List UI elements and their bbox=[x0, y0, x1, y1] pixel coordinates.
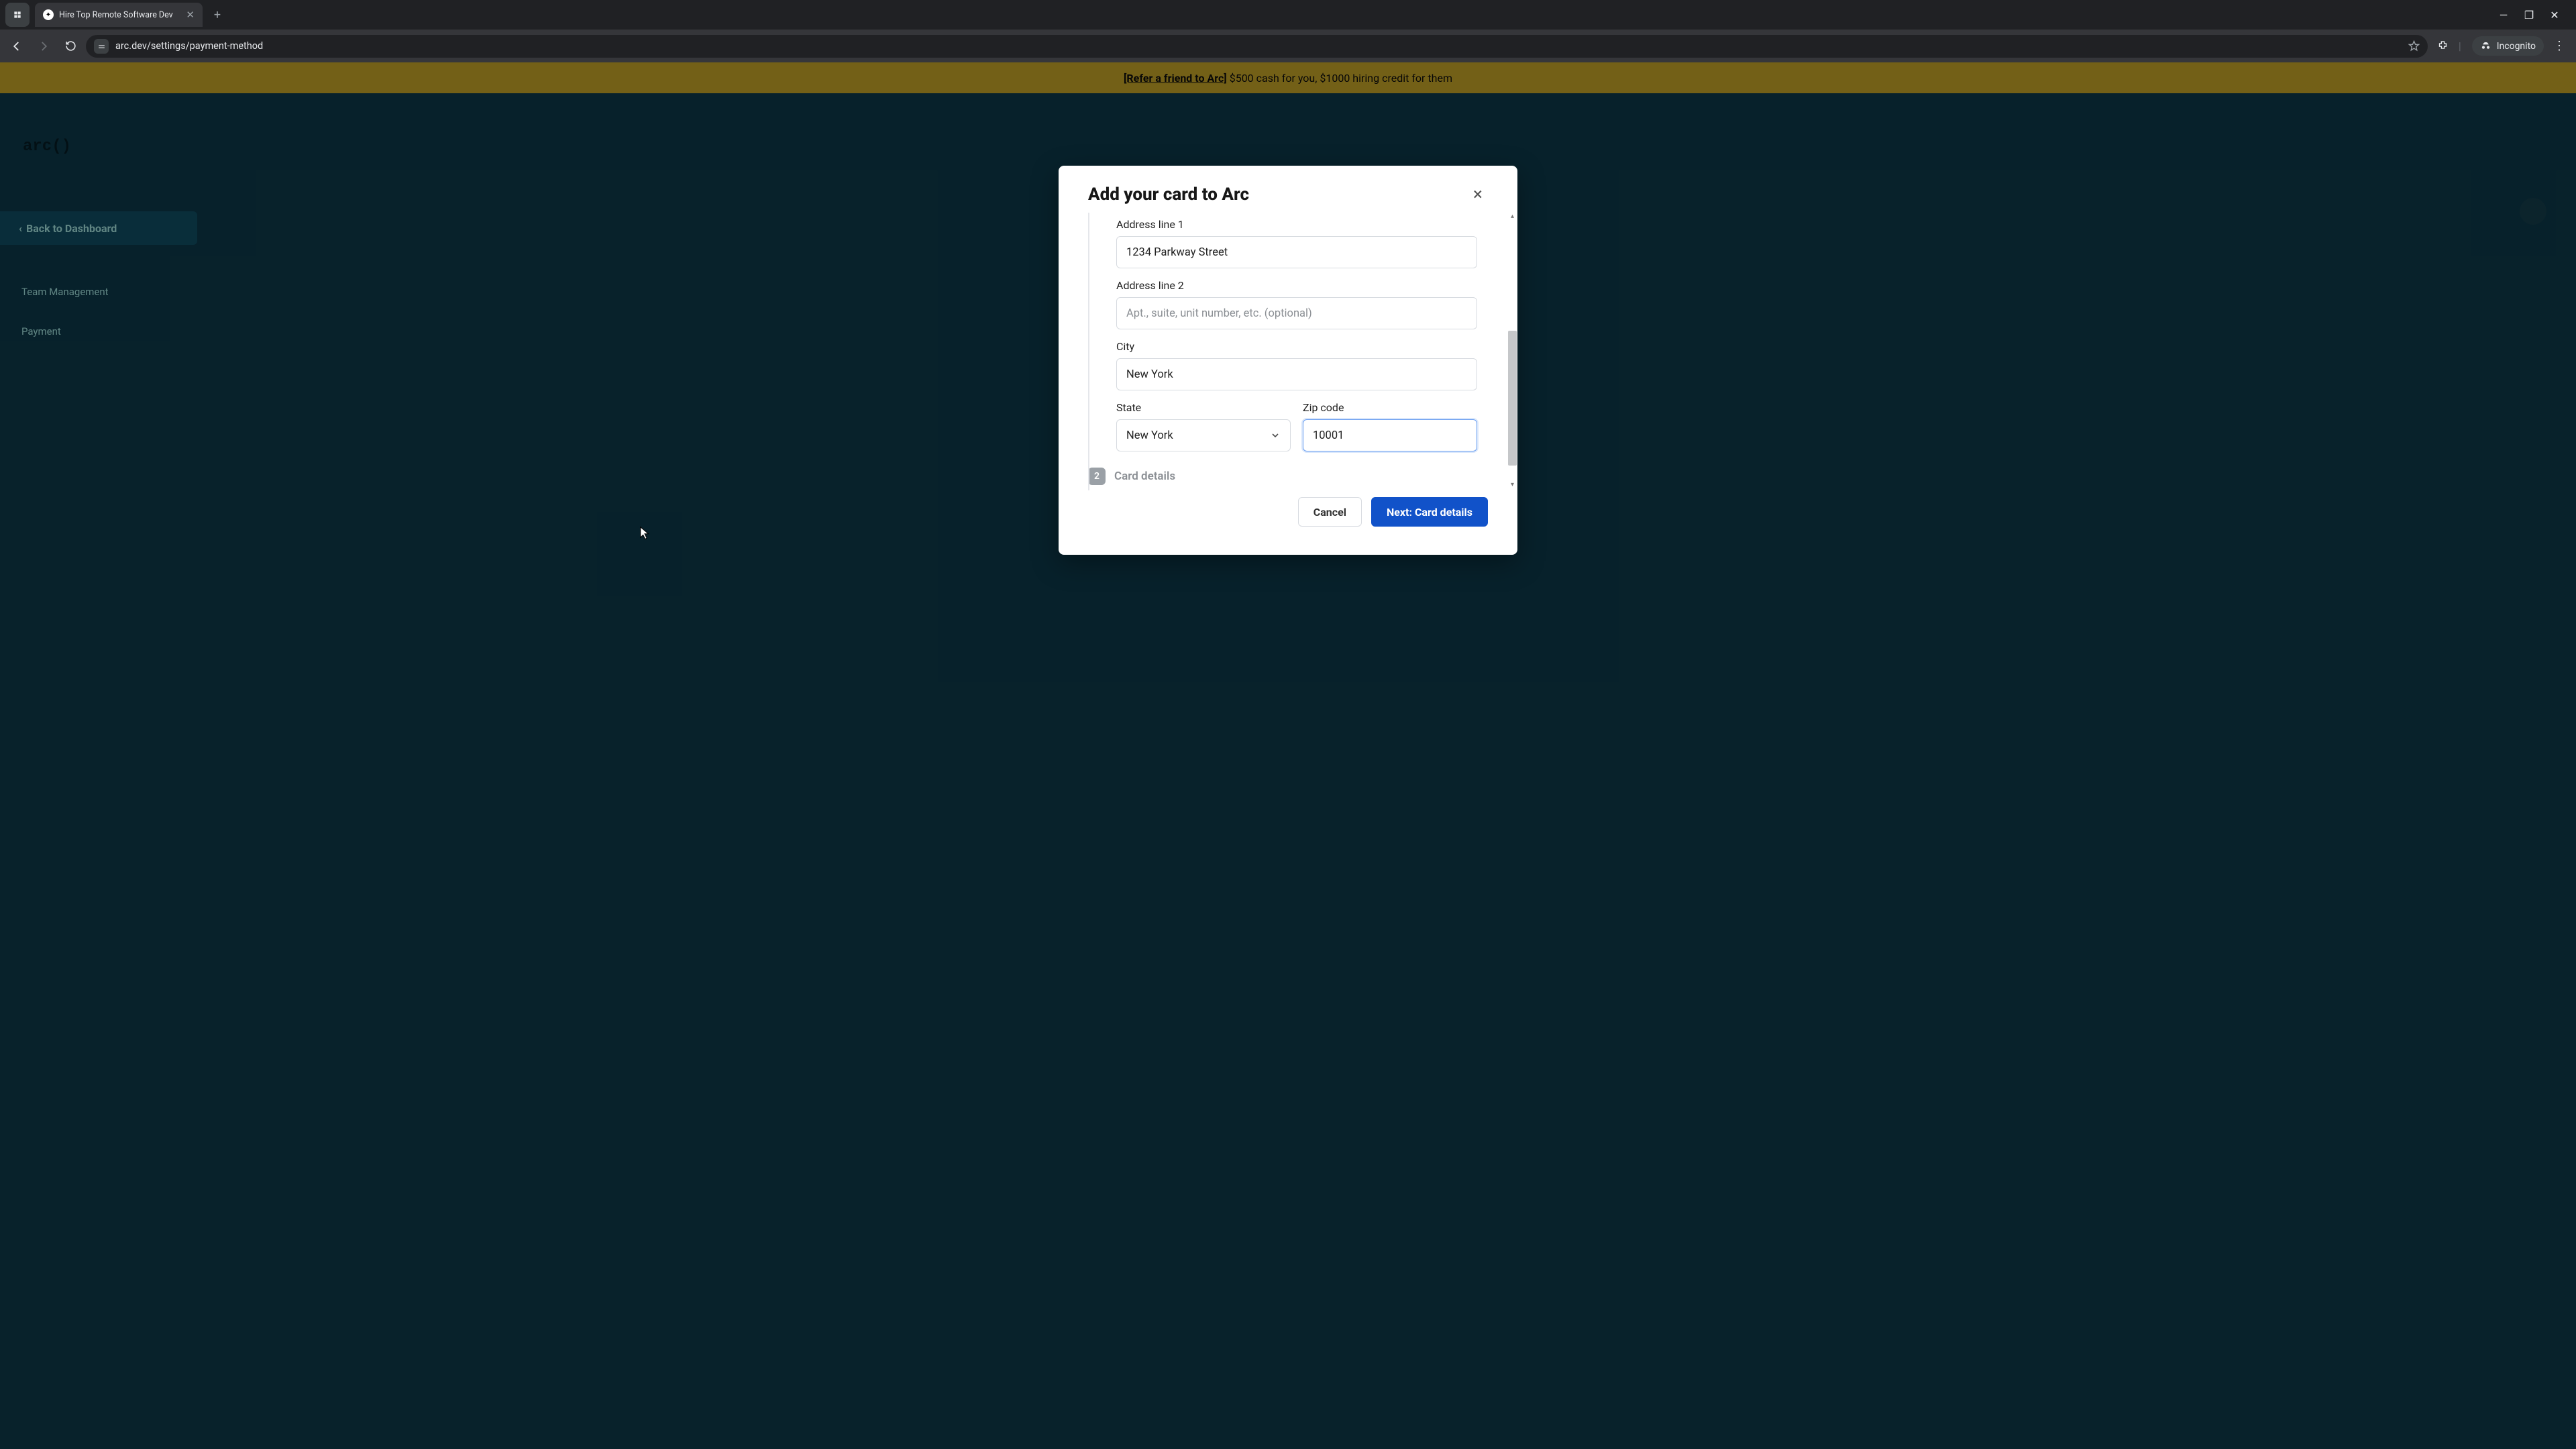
tab-title: Hire Top Remote Software Dev bbox=[59, 10, 173, 20]
scrollbar[interactable]: ▴ ▾ bbox=[1507, 213, 1517, 490]
extensions-icon[interactable] bbox=[2432, 35, 2455, 58]
add-card-modal: Add your card to Arc × Address line 1 12… bbox=[1059, 166, 1517, 555]
state-label: State bbox=[1116, 401, 1291, 414]
zip-label: Zip code bbox=[1303, 401, 1477, 414]
address-bar[interactable]: arc.dev/settings/payment-method bbox=[86, 35, 2428, 58]
reload-button[interactable] bbox=[59, 35, 82, 58]
sidebar-item-team[interactable]: Team Management bbox=[21, 286, 109, 298]
cancel-button[interactable]: Cancel bbox=[1298, 497, 1362, 527]
incognito-label: Incognito bbox=[2497, 41, 2536, 52]
close-tab-icon[interactable]: ✕ bbox=[186, 9, 195, 21]
back-button[interactable] bbox=[5, 35, 28, 58]
close-window-icon[interactable]: ✕ bbox=[2548, 9, 2561, 21]
favicon-icon: ✦ bbox=[43, 9, 54, 20]
active-window-icon[interactable] bbox=[5, 3, 30, 27]
next-card-details-button[interactable]: Next: Card details bbox=[1371, 497, 1488, 527]
forward-button bbox=[32, 35, 55, 58]
city-input[interactable]: New York bbox=[1116, 358, 1477, 390]
scroll-down-arrow[interactable]: ▾ bbox=[1511, 481, 1514, 490]
bookmark-icon[interactable] bbox=[2408, 40, 2420, 52]
step-2-badge: 2 bbox=[1088, 468, 1106, 485]
sidebar-item-payment[interactable]: Payment bbox=[21, 325, 61, 337]
scroll-thumb[interactable] bbox=[1508, 331, 1517, 466]
site-info-icon[interactable] bbox=[94, 39, 109, 54]
scroll-up-arrow[interactable]: ▴ bbox=[1511, 213, 1514, 222]
back-to-dashboard-link[interactable]: ‹ Back to Dashboard bbox=[0, 211, 197, 245]
address2-input[interactable]: Apt., suite, unit number, etc. (optional… bbox=[1116, 297, 1477, 329]
modal-title: Add your card to Arc bbox=[1088, 184, 1249, 205]
close-icon[interactable]: × bbox=[1468, 184, 1488, 205]
minimize-icon[interactable]: ― bbox=[2497, 9, 2510, 21]
stepper-line bbox=[1088, 213, 1089, 490]
state-select[interactable]: New York bbox=[1116, 419, 1291, 451]
step-2-label: Card details bbox=[1114, 470, 1175, 483]
address1-label: Address line 1 bbox=[1116, 218, 1477, 231]
city-label: City bbox=[1116, 340, 1477, 353]
maximize-icon[interactable]: ❐ bbox=[2522, 9, 2536, 21]
chevron-down-icon bbox=[1270, 430, 1281, 441]
incognito-indicator[interactable]: Incognito bbox=[2472, 36, 2544, 56]
browser-tab[interactable]: ✦ Hire Top Remote Software Dev ✕ bbox=[35, 3, 203, 27]
new-tab-button[interactable]: + bbox=[208, 8, 227, 22]
zip-input[interactable]: 10001 bbox=[1303, 419, 1477, 451]
address1-input[interactable]: 1234 Parkway Street bbox=[1116, 236, 1477, 268]
url-text: arc.dev/settings/payment-method bbox=[115, 40, 263, 52]
address2-label: Address line 2 bbox=[1116, 279, 1477, 292]
browser-menu-button[interactable]: ⋮ bbox=[2548, 39, 2571, 53]
